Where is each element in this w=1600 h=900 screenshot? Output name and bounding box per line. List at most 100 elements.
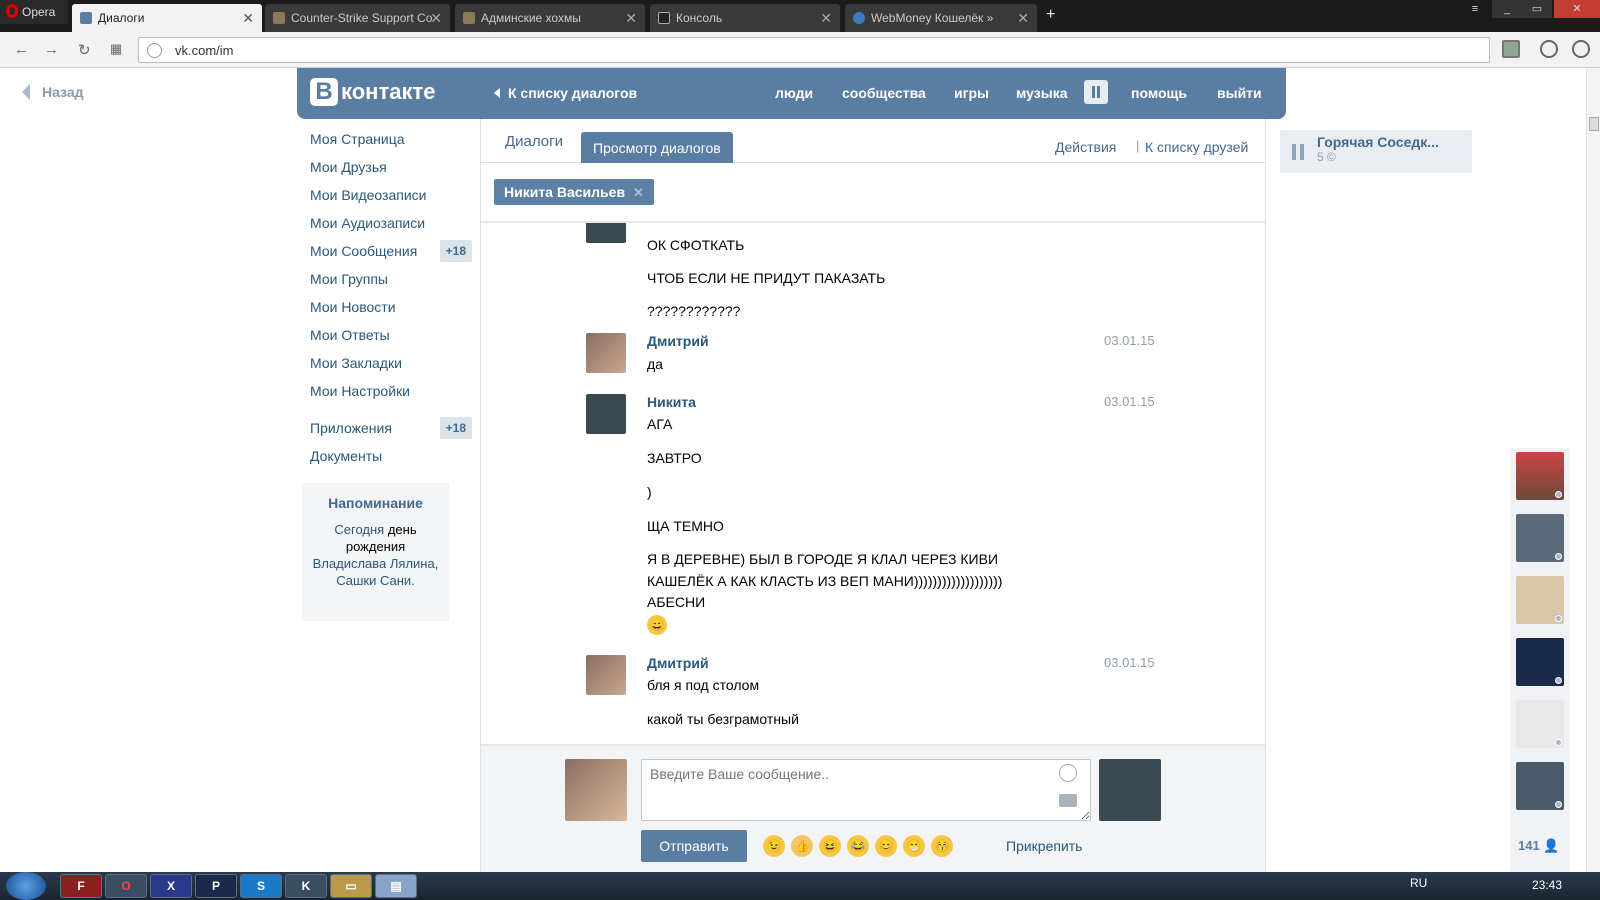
nav-people[interactable]: люди bbox=[775, 85, 813, 101]
close-tab-icon[interactable]: ✕ bbox=[625, 10, 637, 27]
sender-name[interactable]: Дмитрий bbox=[647, 333, 709, 349]
apps-count-badge[interactable]: +18 bbox=[439, 417, 472, 439]
menu-item-messages[interactable]: Мои Сообщения +18 bbox=[302, 237, 472, 265]
page-scrollbar[interactable] bbox=[1586, 68, 1600, 872]
peer-pill[interactable]: Никита Васильев ✕ bbox=[494, 179, 654, 205]
filezilla-icon[interactable]: F bbox=[60, 874, 102, 898]
messages-count-badge[interactable]: +18 bbox=[439, 240, 472, 262]
tab-view-dialogs[interactable]: Просмотр диалогов bbox=[581, 132, 733, 163]
folder-icon[interactable]: ▭ bbox=[330, 874, 372, 898]
menu-item-bookmarks[interactable]: Мои Закладки bbox=[302, 349, 472, 377]
reminder-today-link[interactable]: Сегодня bbox=[334, 522, 384, 537]
tab-cs-support[interactable]: Counter-Strike Support Co ✕ bbox=[265, 4, 450, 32]
friend-avatar[interactable] bbox=[1516, 700, 1564, 748]
forward-arrow-icon[interactable]: → bbox=[44, 41, 59, 58]
friend-avatar[interactable] bbox=[1516, 762, 1564, 810]
system-clock[interactable]: 23:43 bbox=[1532, 878, 1562, 892]
to-dialogs-link[interactable]: К списку диалогов bbox=[494, 85, 637, 101]
wink-emoji-icon[interactable]: 😉 bbox=[763, 835, 785, 857]
camera-icon[interactable] bbox=[1059, 794, 1077, 807]
site-info-icon[interactable] bbox=[147, 43, 162, 58]
send-button[interactable]: Отправить bbox=[641, 830, 747, 862]
tab-webmoney[interactable]: WebMoney Кошелёк » ✕ bbox=[845, 4, 1037, 32]
avatar[interactable] bbox=[586, 333, 626, 373]
menu-item-groups[interactable]: Мои Группы bbox=[302, 265, 472, 293]
sender-name[interactable]: Никита bbox=[647, 394, 696, 410]
menu-item-documents[interactable]: Документы bbox=[302, 442, 472, 470]
vk-logo[interactable]: Bконтакте bbox=[310, 78, 435, 106]
address-field[interactable]: vk.com/im bbox=[138, 37, 1490, 63]
input-language[interactable]: RU bbox=[1410, 876, 1427, 890]
close-tab-icon[interactable]: ✕ bbox=[430, 10, 442, 27]
message-date[interactable]: 03.01.15 bbox=[1104, 394, 1155, 409]
menu-item-apps[interactable]: Приложения +18 bbox=[302, 414, 472, 442]
my-avatar[interactable] bbox=[565, 759, 627, 821]
menu-item-videos[interactable]: Мои Видеозаписи bbox=[302, 181, 472, 209]
tab-admin-jokes[interactable]: Админские хохмы ✕ bbox=[455, 4, 645, 32]
friend-avatar[interactable] bbox=[1516, 638, 1564, 686]
tab-dialogs-list[interactable]: Диалоги bbox=[505, 133, 563, 150]
message-date[interactable]: 03.01.15 bbox=[1104, 333, 1155, 348]
smiley-icon[interactable] bbox=[1059, 764, 1077, 782]
message-input[interactable] bbox=[641, 759, 1091, 821]
smile-emoji-icon[interactable]: 😊 bbox=[875, 835, 897, 857]
audio-player-mini[interactable]: Горячая Соседк... 5 © bbox=[1280, 130, 1472, 173]
tab-dialogs[interactable]: Диалоги ✕ bbox=[72, 4, 262, 32]
reload-icon[interactable]: ↻ bbox=[78, 41, 91, 59]
download-icon[interactable] bbox=[1540, 40, 1558, 58]
menu-item-my-page[interactable]: Моя Страница bbox=[302, 125, 472, 153]
tab-menu-icon[interactable]: ≡ bbox=[1460, 0, 1490, 18]
peer-avatar[interactable] bbox=[1099, 759, 1161, 821]
photoshop-icon[interactable]: P bbox=[195, 874, 237, 898]
music-pause-icon[interactable] bbox=[1084, 80, 1108, 104]
maximize-window-button[interactable]: ▭ bbox=[1522, 0, 1552, 18]
close-tab-icon[interactable]: ✕ bbox=[1017, 10, 1029, 27]
back-arrow-icon[interactable]: ← bbox=[14, 41, 29, 58]
scroll-thumb[interactable] bbox=[1589, 117, 1599, 131]
tears-of-joy-emoji-icon[interactable]: 😂 bbox=[847, 835, 869, 857]
menu-item-answers[interactable]: Мои Ответы bbox=[302, 321, 472, 349]
close-tab-icon[interactable]: ✕ bbox=[820, 10, 832, 27]
opera-menu-button[interactable]: Opera bbox=[0, 0, 68, 24]
pause-icon[interactable] bbox=[1292, 144, 1306, 160]
friends-count[interactable]: 141 👤 bbox=[1518, 838, 1560, 854]
avatar[interactable] bbox=[586, 394, 626, 434]
menu-item-settings[interactable]: Мои Настройки bbox=[302, 377, 472, 405]
menu-item-audio[interactable]: Мои Аудиозаписи bbox=[302, 209, 472, 237]
avatar[interactable] bbox=[586, 223, 626, 243]
to-friends-link[interactable]: К списку друзей bbox=[1145, 139, 1248, 155]
friend-avatar[interactable] bbox=[1516, 452, 1564, 500]
account-icon[interactable] bbox=[1572, 40, 1590, 58]
nav-help[interactable]: помощь bbox=[1131, 85, 1187, 101]
big-grin-emoji-icon[interactable]: 😁 bbox=[903, 835, 925, 857]
xampp-icon[interactable]: X bbox=[150, 874, 192, 898]
new-tab-icon[interactable]: + bbox=[1046, 6, 1055, 24]
reminder-names-link[interactable]: Владислава Лялина, Сашки Сани. bbox=[313, 556, 439, 588]
actions-link[interactable]: Действия bbox=[1055, 139, 1116, 155]
message-date[interactable]: 03.01.15 bbox=[1104, 655, 1155, 670]
cs-taskbar-icon[interactable]: K bbox=[285, 874, 327, 898]
friend-avatar[interactable] bbox=[1516, 514, 1564, 562]
kiss-emoji-icon[interactable]: 😚 bbox=[931, 835, 953, 857]
message-history[interactable]: ОК СФОТКАТЬ ЧТОБ ЕСЛИ НЕ ПРИДУТ ПАКАЗАТЬ… bbox=[481, 221, 1265, 746]
nav-music[interactable]: музыка bbox=[1016, 85, 1067, 101]
nav-logout[interactable]: выйти bbox=[1217, 85, 1262, 101]
sender-name[interactable]: Дмитрий bbox=[647, 655, 709, 671]
nav-communities[interactable]: сообщества bbox=[842, 85, 926, 101]
laugh-emoji-icon[interactable]: 😆 bbox=[819, 835, 841, 857]
avatar[interactable] bbox=[586, 655, 626, 695]
menu-item-news[interactable]: Мои Новости bbox=[302, 293, 472, 321]
thumbs-up-emoji-icon[interactable]: 👍 bbox=[791, 835, 813, 857]
close-peer-icon[interactable]: ✕ bbox=[633, 185, 644, 200]
skype-icon[interactable]: S bbox=[240, 874, 282, 898]
attach-link[interactable]: Прикрепить bbox=[1006, 838, 1082, 854]
minimize-window-button[interactable]: _ bbox=[1492, 0, 1522, 18]
close-window-button[interactable]: ✕ bbox=[1554, 0, 1600, 18]
notepad-icon[interactable]: ▤ bbox=[375, 874, 417, 898]
friend-avatar[interactable] bbox=[1516, 576, 1564, 624]
tab-console[interactable]: Консоль ✕ bbox=[650, 4, 840, 32]
back-link[interactable]: Назад bbox=[22, 84, 84, 100]
start-button[interactable] bbox=[6, 872, 46, 900]
nav-games[interactable]: игры bbox=[954, 85, 989, 101]
menu-item-friends[interactable]: Мои Друзья bbox=[302, 153, 472, 181]
